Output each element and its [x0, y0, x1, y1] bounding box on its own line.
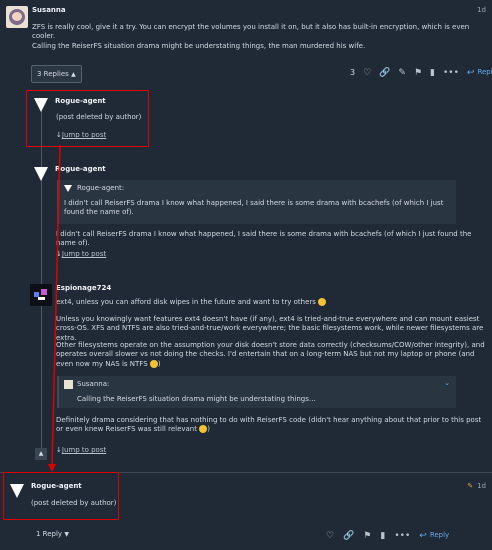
annotation-arrow: [48, 144, 61, 472]
